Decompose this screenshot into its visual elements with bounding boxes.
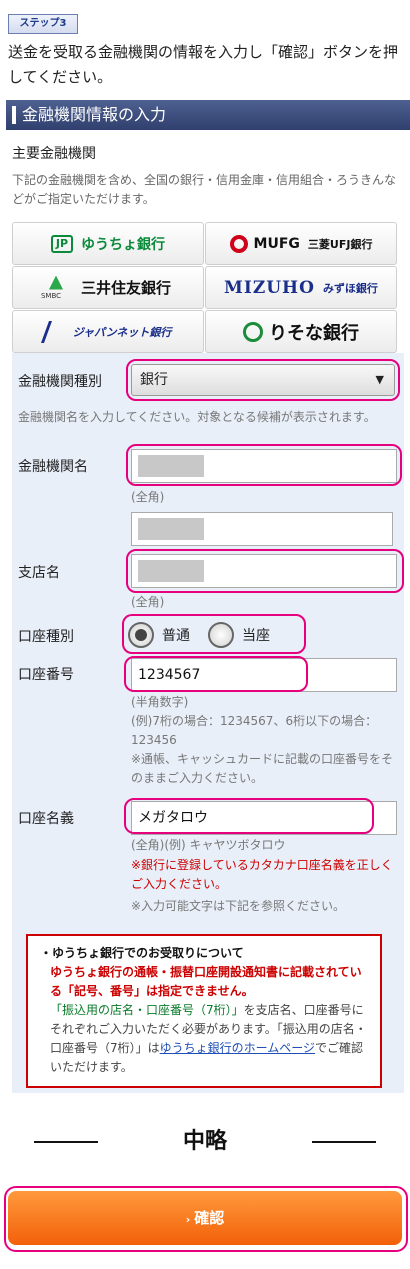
bank-name: 三井住友銀行 (80, 279, 171, 297)
institution-type-label: 金融機関種別 (18, 374, 102, 390)
bank-button-japannet[interactable]: ジャパンネット銀行 (12, 310, 204, 353)
major-banks-desc: 下記の金融機関を含め、全国の銀行・信用金庫・信用組合・ろうきんなどがご指定いただ… (12, 173, 397, 206)
bank-name: りそな銀行 (269, 322, 359, 344)
bank-button-mufg[interactable]: MUFG 三菱UFJ銀行 (205, 222, 397, 265)
redacted-value (138, 518, 204, 540)
bank-name: ジャパンネット銀行 (72, 325, 172, 339)
selected-value: 銀行 (140, 372, 168, 388)
account-holder-warning: ※銀行に登録しているカタカナ口座名義を正しくご入力ください。 (131, 858, 393, 891)
branch-name-note: (全角) (131, 595, 165, 609)
account-holder-input[interactable]: メガタロウ (131, 801, 397, 835)
bank-button-mizuho[interactable]: MIZUHO みずほ銀行 (205, 266, 397, 309)
bank-button-yucho[interactable]: JP ゆうちょ銀行 (12, 222, 204, 265)
section-title: 金融機関情報の入力 (6, 100, 410, 130)
account-holder-label: 口座名義 (18, 811, 74, 827)
intro-text: 送金を受取る金融機関の情報を入力し「確認」ボタンを押してください。 (8, 43, 399, 86)
institution-type-select[interactable]: 銀行 ▼ (131, 364, 395, 396)
account-holder-note: (全角)(例) キャヤツボタロウ (131, 838, 286, 852)
account-holder-chars-note: ※入力可能文字は下記を参照ください。 (131, 899, 346, 913)
bank-button-smbc[interactable]: SMBC 三井住友銀行 (12, 266, 204, 309)
step-badge: ステップ3 (8, 14, 78, 34)
bank-name: ゆうちょ銀行 (81, 236, 165, 253)
omitted-separator: 中略 (0, 1127, 410, 1157)
account-number-label: 口座番号 (18, 667, 74, 683)
account-number-input[interactable]: 1234567 (131, 658, 397, 692)
chevron-right-icon: › (185, 1213, 191, 1226)
institution-hint: 金融機関名を入力してください。対象となる候補が表示されます。 (18, 410, 376, 424)
account-number-note-1: (半角数字) (131, 695, 189, 709)
account-type-label: 口座種別 (18, 629, 74, 645)
bank-button-resona[interactable]: りそな銀行 (205, 310, 397, 353)
chevron-down-icon: ▼ (375, 373, 384, 386)
yucho-homepage-link[interactable]: ゆうちょ銀行のホームページ (160, 1041, 315, 1055)
yucho-logo-icon: JP (51, 234, 73, 253)
mufg-logo-icon (229, 234, 248, 253)
institution-name-note: (全角) (131, 490, 165, 504)
confirm-button[interactable]: › 確認 (8, 1191, 402, 1245)
radio-current-label: 当座 (242, 628, 270, 644)
radio-ordinary-label: 普通 (162, 628, 190, 644)
bank-subname: 三菱UFJ銀行 (307, 237, 373, 251)
bank-name: MUFG (253, 235, 300, 252)
notice-title: ・ゆうちょ銀行でのお受取りについて (40, 946, 244, 960)
account-type-radios: 普通 当座 (128, 620, 270, 650)
smbc-logo-icon: SMBC (41, 276, 67, 300)
branch-name-label: 支店名 (18, 565, 60, 581)
institution-name-label: 金融機関名 (18, 459, 88, 475)
major-banks-title: 主要金融機関 (12, 146, 96, 162)
yucho-notice-box: ・ゆうちょ銀行でのお受取りについて ゆうちょ銀行の通帳・振替口座開設通知書に記載… (26, 934, 382, 1088)
redacted-value (138, 560, 204, 582)
divider-right (312, 1141, 376, 1143)
resona-logo-icon (243, 321, 263, 342)
radio-ordinary[interactable] (128, 622, 154, 648)
mizuho-logo: MIZUHO (224, 277, 315, 298)
notice-red-text: ゆうちょ銀行の通帳・振替口座開設通知書に記載されている「記号、番号」は指定できま… (50, 965, 362, 998)
japannet-logo-icon (40, 320, 71, 343)
account-number-note-2: (例)7桁の場合：1234567、6桁以下の場合：123456 (131, 714, 378, 747)
radio-current[interactable] (208, 622, 234, 648)
account-number-note-3: ※通帳、キャッシュカードに記載の口座番号をそのままご入力ください。 (131, 752, 394, 785)
bank-grid: JP ゆうちょ銀行 MUFG 三菱UFJ銀行 SMBC 三井住友銀行 MIZUH… (12, 222, 397, 353)
redacted-value (138, 455, 204, 477)
notice-green-text: 「振込用の店名・口座番号（7桁）」 (50, 1003, 244, 1017)
confirm-label: 確認 (194, 1209, 225, 1227)
bank-subname: みずほ銀行 (322, 281, 378, 295)
notice-body: 「振込用の店名・口座番号（7桁）」を支店名、口座番号にそれぞれご入力いただく必要… (40, 1001, 368, 1077)
